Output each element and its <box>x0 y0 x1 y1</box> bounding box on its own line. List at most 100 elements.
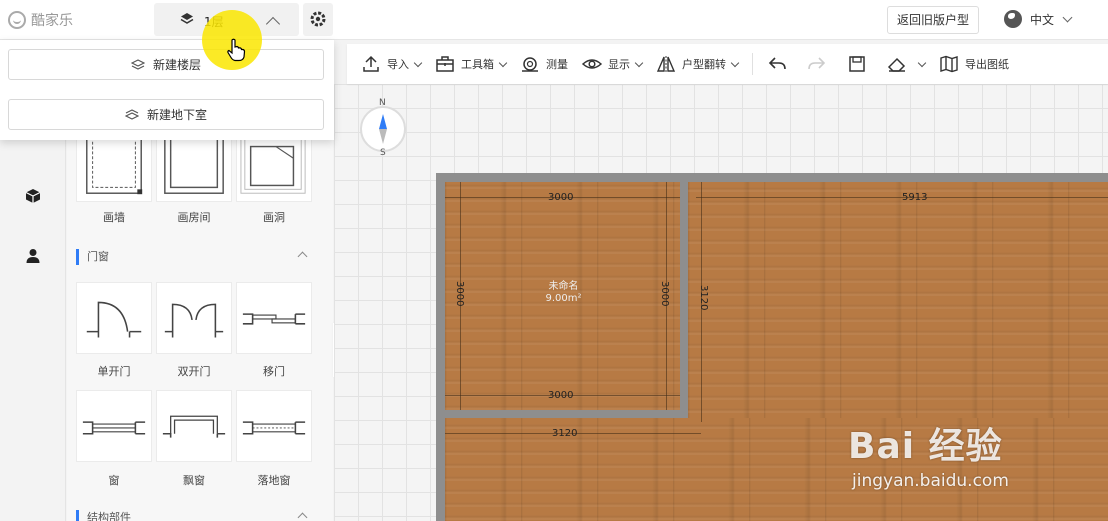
chevron-down-icon <box>413 58 423 67</box>
structure-section-header[interactable]: 结构部件 <box>76 510 308 521</box>
eraser-menu[interactable] <box>887 55 927 73</box>
draw-wall-tile[interactable] <box>76 110 152 202</box>
language-selector[interactable]: 中文 <box>1004 10 1073 28</box>
layers-icon <box>180 13 194 24</box>
draw-room-icon <box>164 110 224 194</box>
map-icon <box>940 55 958 73</box>
export-drawings-button[interactable]: 导出图纸 <box>939 55 1009 73</box>
toolbox-icon <box>436 56 454 72</box>
flip-icon <box>656 56 676 72</box>
import-menu[interactable]: 导入 <box>361 55 423 73</box>
bay-window-icon <box>162 415 226 438</box>
import-label: 导入 <box>387 58 409 71</box>
window-icon <box>82 421 146 435</box>
measure-tool[interactable]: 测量 <box>520 55 568 73</box>
draw-wall-label: 画墙 <box>103 211 125 224</box>
bay-window-tile[interactable] <box>156 390 232 462</box>
draw-room-label: 画房间 <box>177 211 211 224</box>
dimension-lower: 3120 <box>552 428 578 439</box>
main-toolbar: 导入 工具箱 测量 显示 户型翻转 导出图纸 <box>347 44 1108 84</box>
window-label: 窗 <box>108 474 120 487</box>
floor-dropdown: 新建楼层 新建地下室 <box>0 40 334 140</box>
display-label: 显示 <box>608 58 630 71</box>
dimension-left: 3000 <box>454 281 465 307</box>
add-floor-icon <box>130 58 145 70</box>
redo-icon <box>808 57 826 70</box>
floor-settings-button[interactable] <box>303 3 333 36</box>
draw-opening-icon <box>240 111 306 194</box>
toolbox-label: 工具箱 <box>461 58 494 71</box>
logo-text: 酷家乐 <box>31 13 73 29</box>
dimension-bottom: 3000 <box>548 390 574 401</box>
new-basement-button[interactable]: 新建地下室 <box>8 99 324 130</box>
toolbar-divider <box>752 53 753 75</box>
floor-window-tile[interactable] <box>236 390 312 462</box>
floor-window-icon <box>242 421 306 435</box>
chevron-down-icon <box>634 58 644 67</box>
floor-window-label: 落地窗 <box>257 474 291 487</box>
undo-icon <box>768 57 786 70</box>
bay-window-label: 飘窗 <box>183 474 205 487</box>
window-tile[interactable] <box>76 390 152 462</box>
upload-icon <box>363 55 379 72</box>
baidu-watermark: Bai 经验 jingyan.baidu.com <box>848 405 1098 505</box>
double-door-icon <box>164 303 224 338</box>
section-title: 门窗 <box>87 250 109 263</box>
app-logo[interactable]: 酷家乐 <box>8 10 73 30</box>
room-2-floor[interactable] <box>688 182 1108 426</box>
new-floor-button[interactable]: 新建楼层 <box>8 49 324 80</box>
logo-icon <box>8 11 26 29</box>
top-bar: 酷家乐 1层 返回旧版户型 中文 <box>0 0 1108 40</box>
draw-opening-tile[interactable] <box>236 111 312 202</box>
back-to-old-version-button[interactable]: 返回旧版户型 <box>887 6 979 34</box>
dimension-top-right: 5913 <box>902 192 928 203</box>
double-door-label: 双开门 <box>177 365 211 378</box>
draw-room-tile[interactable] <box>156 110 232 202</box>
user-icon[interactable] <box>25 248 41 264</box>
new-floor-label: 新建楼层 <box>152 58 201 72</box>
chevron-up-icon[interactable] <box>265 16 281 32</box>
flip-label: 户型翻转 <box>682 58 726 71</box>
eraser-icon <box>887 57 906 72</box>
hand-cursor-icon <box>227 38 246 62</box>
dimension-top-left: 3000 <box>548 192 574 203</box>
new-basement-label: 新建地下室 <box>146 108 207 122</box>
language-label: 中文 <box>1030 12 1055 27</box>
room-name: 未命名 <box>548 281 579 292</box>
dimension-vertical-right: 3120 <box>698 285 709 311</box>
chevron-down-icon <box>1062 12 1073 22</box>
save-button[interactable] <box>847 55 873 73</box>
compass-needle-icon <box>379 114 387 144</box>
room-1-label[interactable]: 未命名 9.00m² <box>526 281 601 305</box>
toolbox-menu[interactable]: 工具箱 <box>435 55 508 73</box>
eye-icon <box>582 59 602 69</box>
globe-icon <box>1004 10 1022 28</box>
add-basement-icon <box>124 108 139 120</box>
double-door-tile[interactable] <box>156 282 232 354</box>
display-menu[interactable]: 显示 <box>582 55 644 73</box>
chevron-down-icon <box>730 58 740 67</box>
cube-icon[interactable] <box>25 188 41 204</box>
save-icon <box>849 56 865 72</box>
compass[interactable]: N S <box>356 98 410 158</box>
sliding-door-label: 移门 <box>263 365 285 378</box>
draw-wall-icon <box>86 110 143 195</box>
compass-south: S <box>380 148 386 158</box>
redo-button[interactable] <box>807 55 833 73</box>
measure-label: 测量 <box>546 58 568 71</box>
chevron-up-icon <box>297 251 308 262</box>
room-area: 9.00m² <box>545 293 582 304</box>
flip-plan-menu[interactable]: 户型翻转 <box>656 55 740 73</box>
single-door-label: 单开门 <box>97 365 131 378</box>
measure-icon <box>522 57 538 72</box>
chevron-down-icon <box>917 58 927 67</box>
doors-windows-section-header[interactable]: 门窗 <box>76 249 308 265</box>
sliding-door-tile[interactable] <box>236 282 312 354</box>
single-door-tile[interactable] <box>76 282 152 354</box>
dimension-room-right: 3000 <box>659 281 670 307</box>
single-door-icon <box>86 301 142 338</box>
undo-button[interactable] <box>767 55 793 73</box>
compass-north: N <box>379 98 386 108</box>
gear-icon <box>310 11 326 27</box>
chevron-up-icon <box>297 512 308 521</box>
